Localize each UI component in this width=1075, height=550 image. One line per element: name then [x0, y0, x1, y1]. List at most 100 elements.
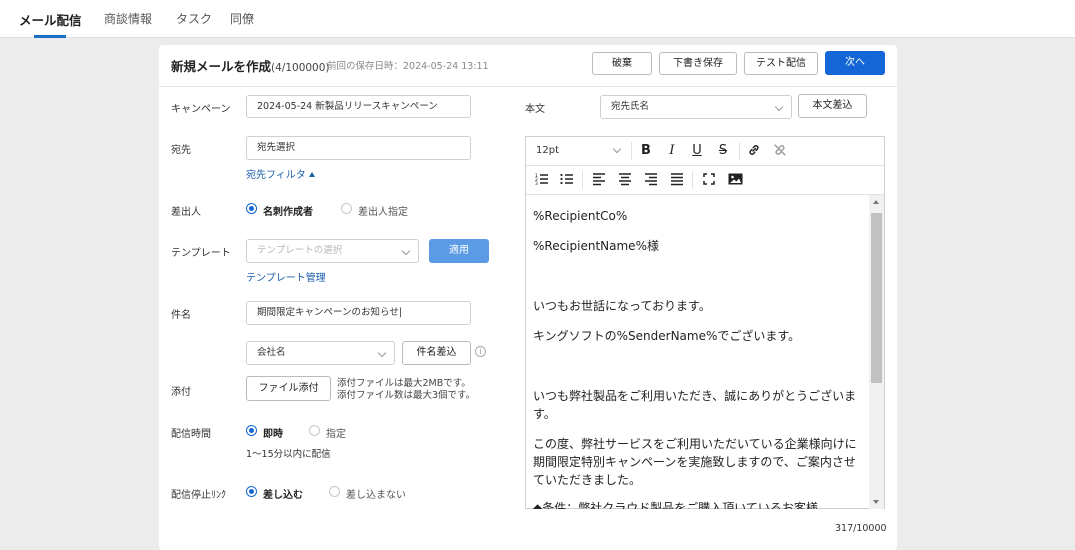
template-label: テンプレート — [171, 248, 231, 259]
mail-count: (4/100000) — [271, 62, 330, 74]
chevron-down-icon — [401, 246, 411, 256]
test-send-button[interactable]: テスト配信 — [744, 52, 818, 75]
scroll-down-icon[interactable] — [873, 500, 879, 504]
next-button[interactable]: 次へ — [825, 51, 885, 75]
tab-deal-info[interactable]: 商談情報 — [104, 10, 152, 27]
image-icon[interactable] — [727, 172, 743, 188]
bullet-list-icon[interactable] — [559, 172, 575, 188]
discard-button[interactable]: 破棄 — [592, 52, 652, 75]
template-select[interactable]: テンプレートの選択 — [246, 239, 419, 263]
caret-up-icon — [308, 172, 315, 177]
subject-insert-value: 会社名 — [257, 347, 286, 358]
rich-text-editor: 12pt B I U S 123 %RecipientCo% %Recipien… — [525, 136, 885, 509]
tab-mail-delivery[interactable]: メール配信 — [19, 10, 82, 29]
body-line: キングソフトの%SenderName%でございます。 — [533, 329, 801, 343]
editor-toolbar-row-1: 12pt B I U S — [526, 137, 884, 166]
body-line: ◆条件：弊社クラウド製品をご購入頂いているお客様 — [533, 501, 818, 509]
delivery-note: 1〜15分以内に配信 — [246, 449, 331, 460]
delivery-option-scheduled[interactable]: 指定 — [326, 425, 346, 440]
char-counter: 317/10000 — [835, 523, 887, 534]
unsubscribe-radio-no-insert[interactable] — [329, 486, 340, 497]
recipient-filter-link[interactable]: 宛先フィルタ — [246, 166, 315, 181]
top-nav: メール配信 商談情報 タスク 同僚 — [0, 0, 1075, 38]
recipient-label: 宛先 — [171, 145, 191, 156]
sender-option-specify[interactable]: 差出人指定 — [358, 203, 408, 218]
svg-text:3: 3 — [535, 181, 538, 186]
editor-content[interactable]: %RecipientCo% %RecipientName%様 いつもお世話になっ… — [526, 195, 869, 509]
campaign-field[interactable]: 2024-05-24 新製品リリースキャンペーン — [246, 95, 471, 118]
info-icon[interactable]: i — [475, 346, 486, 357]
recipient-select[interactable]: 宛先選択 — [246, 136, 471, 160]
campaign-label: キャンペーン — [171, 104, 231, 115]
delivery-radio-immediate[interactable] — [246, 425, 257, 436]
body-line: いつも弊社製品をご利用いただき、誠にありがとうございま — [533, 389, 857, 403]
body-line: す。 — [533, 407, 556, 421]
unsubscribe-label: 配信停止ﾘﾝｸ — [171, 490, 226, 501]
active-tab-indicator — [34, 35, 66, 38]
template-placeholder: テンプレートの選択 — [257, 245, 343, 256]
body-line: %RecipientName%様 — [533, 239, 659, 253]
unlink-icon[interactable] — [772, 143, 788, 159]
unsubscribe-option-insert[interactable]: 差し込む — [263, 486, 303, 501]
chevron-down-icon — [377, 348, 387, 358]
tab-colleagues[interactable]: 同僚 — [230, 10, 254, 27]
body-line: いつもお世話になっております。 — [533, 299, 711, 313]
panel-header: 新規メールを作成(4/100000) 前回の保存日時：2024-05-24 13… — [159, 45, 897, 87]
toolbar-divider — [692, 171, 693, 189]
attachment-label: 添付 — [171, 387, 191, 398]
link-icon[interactable] — [746, 143, 762, 159]
recipient-filter-label: 宛先フィルタ — [246, 170, 306, 181]
body-line: ていただきました。 — [533, 473, 642, 487]
sender-radio-specify[interactable] — [341, 203, 352, 214]
attachment-size-note: 添付ファイルは最大2MBです。 — [337, 378, 471, 389]
delivery-option-immediate[interactable]: 即時 — [263, 425, 283, 440]
fullscreen-icon[interactable] — [701, 172, 717, 188]
unsubscribe-radio-insert[interactable] — [246, 486, 257, 497]
body-label: 本文 — [525, 104, 545, 115]
body-line: %RecipientCo% — [533, 209, 628, 223]
attachment-count-note: 添付ファイル数は最大3個です。 — [337, 390, 476, 401]
last-saved-text: 前回の保存日時：2024-05-24 13:11 — [327, 61, 489, 72]
unsubscribe-option-no-insert[interactable]: 差し込まない — [346, 486, 406, 501]
bold-icon[interactable]: B — [638, 143, 654, 159]
body-insert-select[interactable]: 宛先氏名 — [600, 95, 792, 119]
sender-label: 差出人 — [171, 207, 201, 218]
tab-tasks[interactable]: タスク — [176, 10, 212, 27]
toolbar-divider — [739, 142, 740, 160]
delivery-time-label: 配信時間 — [171, 429, 211, 440]
toolbar-divider — [582, 171, 583, 189]
scrollbar-thumb[interactable] — [871, 213, 882, 383]
body-insert-value: 宛先氏名 — [611, 101, 650, 112]
save-draft-button[interactable]: 下書き保存 — [659, 52, 737, 75]
template-manage-link[interactable]: テンプレート管理 — [246, 269, 326, 284]
subject-insert-button[interactable]: 件名差込 — [402, 341, 471, 365]
align-right-icon[interactable] — [643, 172, 659, 188]
body-line: 期間限定特別キャンペーンを実施致しますので、ご案内させ — [533, 455, 856, 469]
subject-insert-select[interactable]: 会社名 — [246, 341, 395, 365]
attach-file-button[interactable]: ファイル添付 — [246, 376, 331, 401]
font-size-select[interactable]: 12pt — [536, 145, 559, 156]
toolbar-divider — [631, 142, 632, 160]
chevron-down-icon[interactable] — [612, 144, 622, 154]
subject-label: 件名 — [171, 310, 191, 321]
page-title: 新規メールを作成(4/100000) — [171, 56, 330, 75]
apply-template-button[interactable]: 適用 — [429, 239, 489, 263]
align-left-icon[interactable] — [591, 172, 607, 188]
strikethrough-icon[interactable]: S — [715, 143, 731, 159]
body-insert-button[interactable]: 本文差込 — [798, 94, 867, 118]
align-justify-icon[interactable] — [669, 172, 685, 188]
italic-icon[interactable]: I — [664, 143, 680, 159]
editor-toolbar-row-2: 123 — [526, 166, 884, 195]
editor-scrollbar[interactable] — [869, 195, 884, 509]
chevron-down-icon — [774, 102, 784, 112]
ordered-list-icon[interactable]: 123 — [534, 172, 550, 188]
page-title-text: 新規メールを作成 — [171, 59, 272, 74]
sender-radio-card-creator[interactable] — [246, 203, 257, 214]
align-center-icon[interactable] — [617, 172, 633, 188]
scroll-up-icon[interactable] — [873, 200, 879, 204]
compose-panel: 新規メールを作成(4/100000) 前回の保存日時：2024-05-24 13… — [159, 45, 897, 550]
delivery-radio-scheduled[interactable] — [309, 425, 320, 436]
subject-field[interactable]: 期間限定キャンペーンのお知らせ| — [246, 301, 471, 325]
sender-option-card-creator[interactable]: 名刺作成者 — [263, 203, 313, 218]
underline-icon[interactable]: U — [689, 143, 705, 159]
